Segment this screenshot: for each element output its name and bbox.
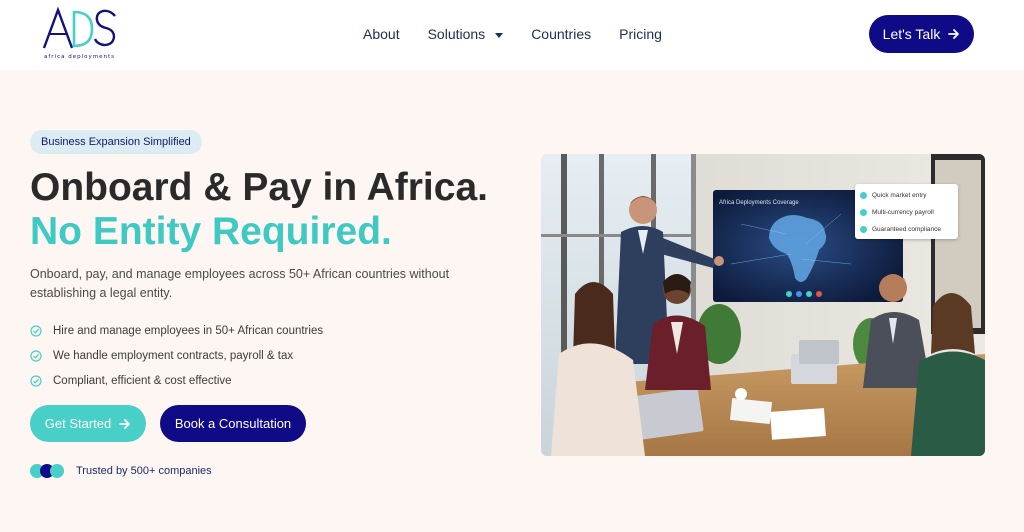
feature-item: Compliant, efficient & cost effective <box>30 368 323 393</box>
nav-pricing-label: Pricing <box>619 26 662 42</box>
feature-list: Hire and manage employees in 50+ African… <box>30 318 323 393</box>
main-nav: About Solutions Countries Pricing <box>363 24 662 44</box>
check-dot-icon <box>860 192 867 199</box>
check-circle-icon <box>30 374 42 387</box>
feature-item: We handle employment contracts, payroll … <box>30 343 323 368</box>
lets-talk-label: Let's Talk <box>882 26 941 42</box>
arrow-right-icon <box>119 418 131 429</box>
nav-solutions[interactable]: Solutions <box>428 24 504 44</box>
trust-indicator: Trusted by 500+ companies <box>30 464 212 478</box>
overlay-item: Multi-currency payroll <box>860 204 953 221</box>
overlay-item-label: Guaranteed compliance <box>872 226 942 233</box>
feature-item: Hire and manage employees in 50+ African… <box>30 318 323 343</box>
arrow-right-icon <box>948 29 960 39</box>
get-started-label: Get Started <box>44 416 112 431</box>
nav-countries[interactable]: Countries <box>531 24 591 44</box>
hero-badge: Business Expansion Simplified <box>30 130 202 154</box>
chevron-down-icon <box>495 32 504 38</box>
nav-about-label: About <box>363 26 400 42</box>
nav-pricing[interactable]: Pricing <box>619 24 662 44</box>
headline-line-1: Onboard & Pay in Africa. <box>30 166 488 209</box>
book-consultation-label: Book a Consultation <box>174 416 292 431</box>
book-consultation-button[interactable]: Book a Consultation <box>160 405 306 442</box>
company-avatars-icon <box>30 464 66 478</box>
logo-tagline: africa deployments <box>44 54 116 60</box>
screen-title: Africa Deployments Coverage <box>719 200 799 206</box>
check-dot-icon <box>860 226 867 233</box>
headline-line-2: No Entity Required. <box>30 210 392 253</box>
hero-description: Onboard, pay, and manage employees acros… <box>30 267 450 300</box>
overlay-item: Guaranteed compliance <box>860 221 953 238</box>
nav-about[interactable]: About <box>363 24 400 44</box>
benefits-overlay-card: Quick market entry Multi-currency payrol… <box>855 184 958 239</box>
trust-text: Trusted by 500+ companies <box>76 465 212 477</box>
overlay-item: Quick market entry <box>860 187 953 204</box>
site-header: africa deployments About Solutions Count… <box>0 0 1024 70</box>
get-started-button[interactable]: Get Started <box>30 405 146 442</box>
lets-talk-button[interactable]: Let's Talk <box>869 15 974 53</box>
feature-text: Compliant, efficient & cost effective <box>53 374 232 387</box>
nav-solutions-label: Solutions <box>427 26 486 42</box>
nav-countries-label: Countries <box>531 26 592 42</box>
feature-text: We handle employment contracts, payroll … <box>53 349 294 362</box>
ads-logo-mark <box>42 6 116 49</box>
check-circle-icon <box>30 349 42 362</box>
check-circle-icon <box>30 324 42 337</box>
feature-text: Hire and manage employees in 50+ African… <box>53 324 324 337</box>
hero-headline: Onboard & Pay in Africa. No Entity Requi… <box>30 166 488 254</box>
overlay-item-label: Quick market entry <box>872 192 927 199</box>
ads-logo[interactable]: africa deployments <box>40 6 120 62</box>
check-dot-icon <box>860 209 867 216</box>
overlay-item-label: Multi-currency payroll <box>872 209 934 216</box>
